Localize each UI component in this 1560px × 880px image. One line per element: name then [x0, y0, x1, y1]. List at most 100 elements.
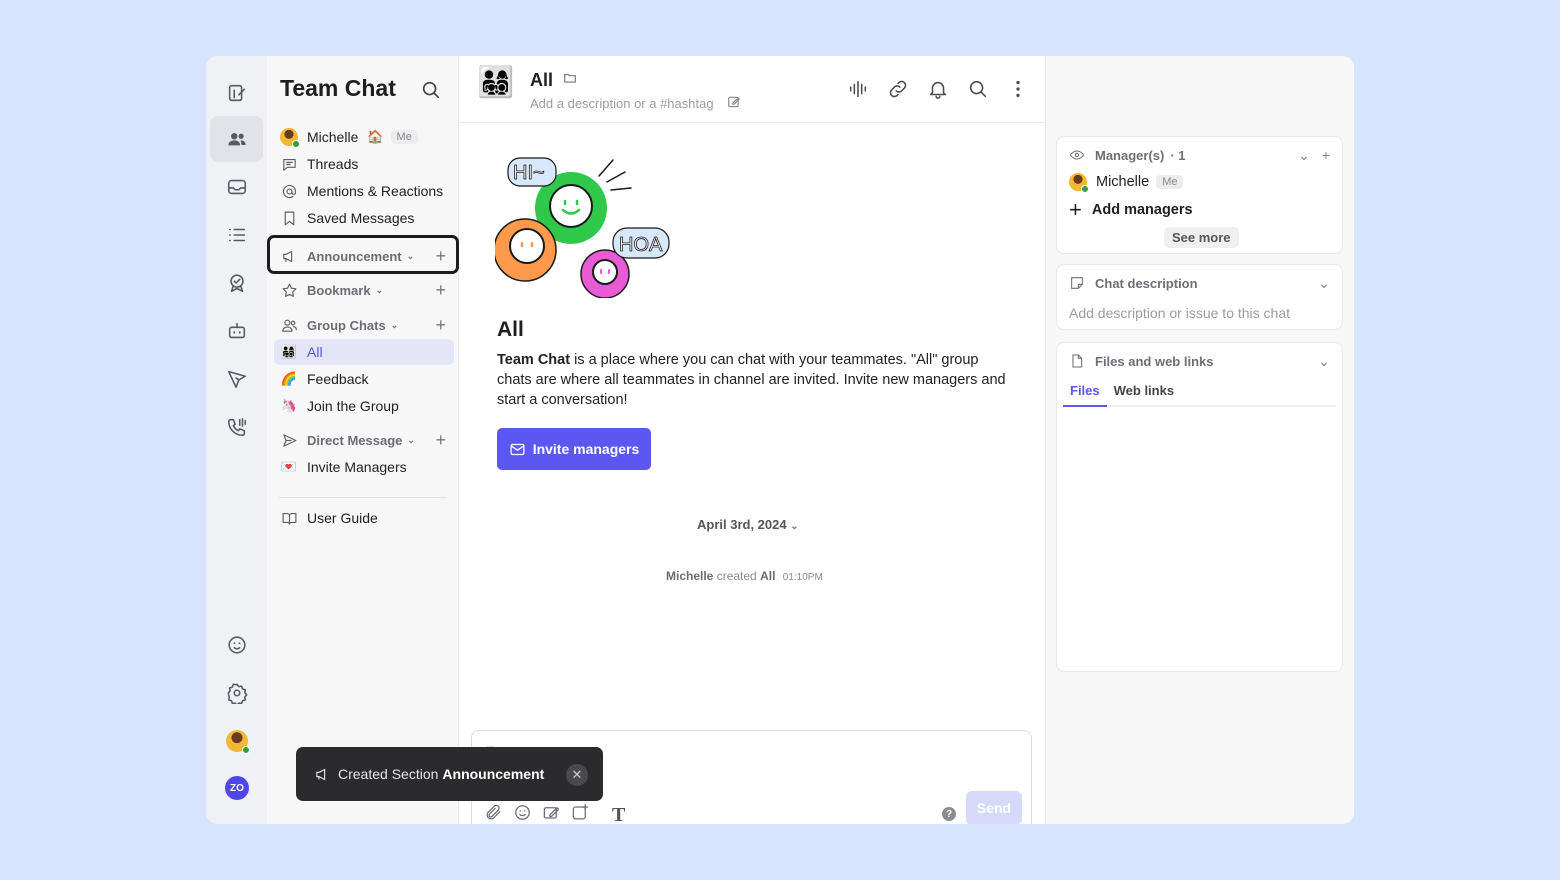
manager-row[interactable]: Michelle Me — [1069, 173, 1184, 193]
chat-description-card: Chat description ⌄ Add description or is… — [1056, 264, 1343, 330]
team-chat-illustration: HI~ HOA — [495, 157, 670, 298]
user-avatar — [280, 128, 300, 148]
eye-icon — [1069, 150, 1085, 160]
audio-huddle-icon[interactable] — [847, 78, 869, 105]
search-icon[interactable] — [967, 78, 989, 105]
sidebar-item-all[interactable]: 👨‍👩‍👧‍👦 All — [274, 339, 454, 365]
add-managers-button[interactable]: + Add managers — [1069, 199, 1193, 221]
managers-header[interactable]: Manager(s) · 1 — [1069, 147, 1186, 163]
section-direct-message[interactable]: Direct Message ⌄ + — [274, 427, 454, 453]
plus-icon: + — [1069, 197, 1082, 222]
note-icon — [1071, 277, 1083, 289]
add-icon[interactable]: + — [435, 246, 446, 267]
sidebar-item-mentions[interactable]: Mentions & Reactions — [274, 178, 454, 204]
files-card: Files and web links ⌄ Files Web links — [1056, 342, 1343, 672]
add-managers-label: Add managers — [1091, 202, 1193, 218]
help-icon[interactable]: ? — [942, 807, 956, 821]
sidebar-item-saved[interactable]: Saved Messages — [274, 205, 454, 231]
phone-icon[interactable] — [210, 404, 263, 450]
add-icon[interactable]: + — [435, 280, 446, 301]
chat-description-header[interactable]: Chat description — [1069, 275, 1198, 291]
files-actions: ⌄ — [1318, 353, 1330, 370]
files-header[interactable]: Files and web links — [1069, 353, 1213, 369]
add-icon[interactable]: + — [435, 430, 446, 451]
emoji-icon[interactable] — [513, 803, 532, 824]
add-icon[interactable]: + — [435, 315, 446, 336]
edit-icon[interactable] — [727, 95, 741, 109]
chevron-down-icon[interactable]: ⌄ — [391, 320, 399, 331]
managers-actions: ⌄ + — [1298, 147, 1330, 164]
sidebar-divider — [279, 497, 447, 498]
search-icon[interactable] — [420, 79, 442, 101]
section-announcement[interactable]: Announcement ⌄ + — [274, 243, 454, 269]
compose-icon[interactable] — [210, 70, 263, 116]
details-panel: Manager(s) · 1 ⌄ + Michelle Me + Add man… — [1046, 56, 1354, 824]
screenshot-icon[interactable] — [542, 803, 561, 824]
sidebar-item-invite-managers[interactable]: 💌 Invite Managers — [274, 454, 454, 480]
team-chat-icon[interactable] — [210, 116, 263, 162]
channel-description-placeholder[interactable]: Add a description or a #hashtag — [530, 96, 714, 111]
tab-web-links[interactable]: Web links — [1107, 383, 1181, 407]
settings-icon[interactable] — [210, 670, 263, 716]
chat-main: 👨‍👩‍👧‍👦 All Add a description or a #hash… — [459, 56, 1046, 824]
sidebar-item-join-group[interactable]: 🦄 Join the Group — [274, 393, 454, 419]
chevron-down-icon[interactable]: ⌄ — [407, 251, 415, 262]
more-options-icon[interactable] — [1007, 78, 1029, 105]
channel-emoji: 🦄 — [280, 398, 298, 413]
profile-avatar[interactable] — [210, 718, 263, 764]
send-icon[interactable] — [210, 356, 263, 402]
system-message-object: All — [760, 569, 776, 583]
support-chat-icon[interactable] — [210, 622, 263, 668]
intro-text: Team Chat is a place where you can chat … — [497, 350, 1007, 410]
sidebar-item-feedback[interactable]: 🌈 Feedback — [274, 366, 454, 392]
list-icon[interactable] — [210, 212, 263, 258]
zo-logo: ZO — [225, 776, 249, 800]
invite-managers-button[interactable]: Invite managers — [497, 428, 651, 470]
text-format-icon[interactable]: T — [612, 804, 625, 825]
sidebar-item-threads[interactable]: Threads — [274, 151, 454, 177]
chat-description-actions: ⌄ — [1318, 275, 1330, 292]
chevron-down-icon[interactable]: ⌄ — [1318, 353, 1330, 370]
link-icon[interactable] — [887, 78, 909, 105]
add-icon[interactable]: + — [1322, 147, 1330, 164]
sidebar-item-user-guide[interactable]: User Guide — [274, 505, 454, 531]
send-button[interactable]: Send — [966, 791, 1022, 824]
megaphone-icon — [282, 250, 292, 262]
manager-avatar — [1069, 173, 1089, 193]
tab-files[interactable]: Files — [1063, 383, 1107, 407]
channel-emoji: 👨‍👩‍👧‍👦 — [280, 344, 298, 359]
attachment-icon[interactable] — [484, 803, 503, 824]
sidebar-item-label: User Guide — [307, 510, 378, 526]
toast-notification: Created Section Announcement ✕ — [296, 747, 603, 801]
see-more-button[interactable]: See more — [1164, 227, 1239, 248]
manager-name: Michelle — [1096, 174, 1150, 190]
book-icon — [282, 512, 296, 525]
chevron-down-icon: ⌄ — [790, 521, 799, 532]
user-name: Michelle — [307, 129, 359, 145]
date-separator[interactable]: April 3rd, 2024 ⌄ — [697, 517, 799, 532]
online-status-dot — [241, 746, 250, 754]
add-more-icon[interactable] — [571, 803, 590, 824]
channel-emoji: 💌 — [280, 459, 298, 474]
chevron-down-icon[interactable]: ⌄ — [376, 285, 384, 296]
folder-icon[interactable] — [563, 71, 577, 85]
files-tabs: Files Web links — [1063, 383, 1336, 407]
bell-icon[interactable] — [927, 78, 949, 105]
managers-title: Manager(s) — [1095, 147, 1165, 163]
online-status-dot — [292, 140, 300, 148]
chevron-down-icon[interactable]: ⌄ — [407, 435, 415, 446]
section-bookmark[interactable]: Bookmark ⌄ + — [274, 277, 454, 303]
section-group-chats[interactable]: Group Chats ⌄ + — [274, 312, 454, 338]
close-icon[interactable]: ✕ — [566, 764, 588, 786]
chat-header: 👨‍👩‍👧‍👦 All Add a description or a #hash… — [459, 56, 1045, 123]
channel-emoji: 🌈 — [280, 371, 298, 386]
inbox-icon[interactable] — [210, 164, 263, 210]
bubble-label: HOA — [619, 234, 663, 256]
badge-check-icon[interactable] — [210, 260, 263, 306]
chat-description-input[interactable]: Add description or issue to this chat — [1069, 305, 1290, 321]
chevron-down-icon[interactable]: ⌄ — [1298, 147, 1310, 164]
sidebar-item-self[interactable]: Michelle 🏠 Me — [274, 124, 454, 150]
bookmark-icon — [284, 211, 294, 225]
bot-icon[interactable] — [210, 308, 263, 354]
chevron-down-icon[interactable]: ⌄ — [1318, 275, 1330, 292]
